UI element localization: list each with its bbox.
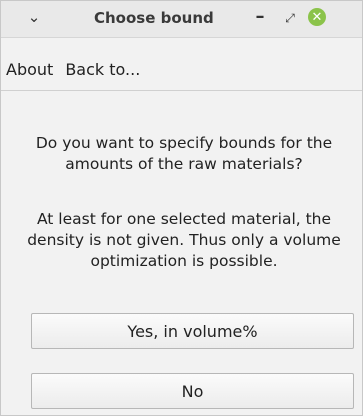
window-menu-icon[interactable]: ⌄ — [23, 6, 45, 28]
dialog-window: ⌄ Choose bound – ⤢ ✕ About Back to... Do… — [0, 0, 363, 416]
dialog-content: Do you want to specify bounds for the am… — [1, 91, 362, 415]
close-icon[interactable]: ✕ — [308, 8, 326, 26]
minimize-icon[interactable]: – — [249, 6, 271, 28]
window-title: Choose bound — [94, 9, 214, 27]
title-bar: ⌄ Choose bound – ⤢ ✕ — [1, 1, 362, 38]
bounds-question-text: Do you want to specify bounds for the am… — [35, 134, 333, 173]
maximize-icon[interactable]: ⤢ — [279, 7, 301, 29]
menu-bar: About Back to... — [1, 53, 362, 85]
density-warning-text: At least for one selected material, the … — [27, 210, 341, 270]
menu-about[interactable]: About — [0, 60, 59, 79]
menu-back-to[interactable]: Back to... — [59, 60, 146, 79]
yes-volume-button[interactable]: Yes, in volume% — [31, 313, 354, 349]
no-button[interactable]: No — [31, 373, 354, 409]
